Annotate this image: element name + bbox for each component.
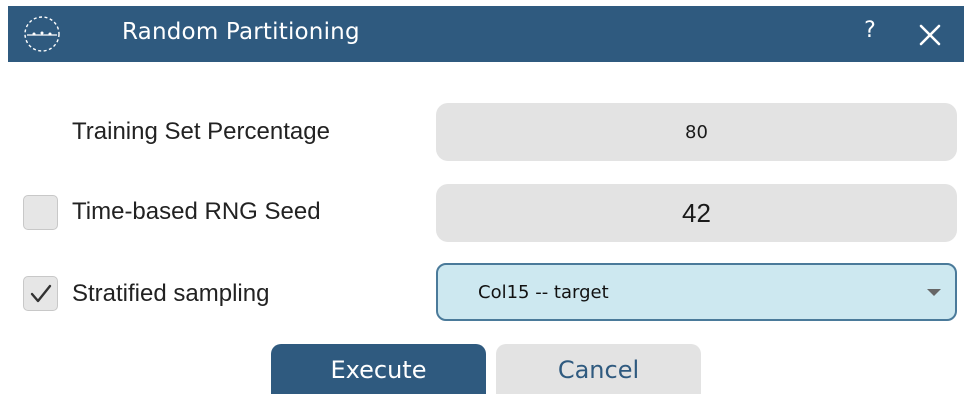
execute-button-label: Execute xyxy=(330,356,427,384)
target-column-select[interactable]: Col15 -- target xyxy=(436,263,957,321)
help-button[interactable]: ? xyxy=(856,18,884,50)
cancel-button[interactable]: Cancel xyxy=(496,344,701,394)
close-icon[interactable] xyxy=(913,18,947,52)
training-set-label: Training Set Percentage xyxy=(72,118,330,145)
dialog-window: Random Partitioning ? Training Set Perce… xyxy=(0,0,964,394)
execute-button[interactable]: Execute xyxy=(271,344,486,394)
training-set-input[interactable]: 80 xyxy=(436,103,957,161)
app-logo-icon xyxy=(22,14,62,54)
time-seed-label: Time-based RNG Seed xyxy=(72,198,321,225)
time-seed-checkbox[interactable] xyxy=(23,195,58,230)
rng-seed-input[interactable]: 42 xyxy=(436,184,957,242)
target-column-value: Col15 -- target xyxy=(478,282,609,303)
cancel-button-label: Cancel xyxy=(557,356,640,384)
chevron-down-icon xyxy=(927,289,941,296)
checkmark-icon xyxy=(30,284,52,303)
title-bar[interactable]: Random Partitioning ? xyxy=(8,6,964,62)
dialog-title: Random Partitioning xyxy=(122,19,360,45)
stratified-checkbox[interactable] xyxy=(23,276,58,311)
stratified-label: Stratified sampling xyxy=(72,280,270,307)
